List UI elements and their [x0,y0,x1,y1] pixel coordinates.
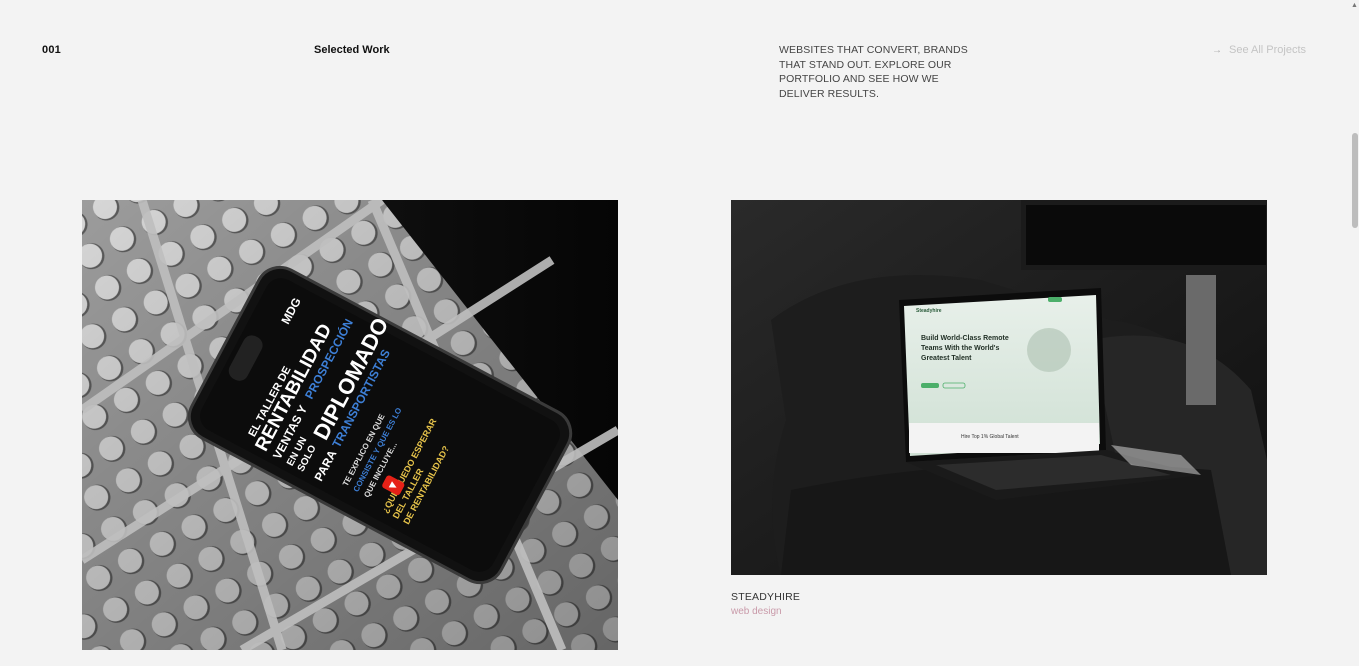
arrow-right-icon: → [1212,44,1222,56]
laptop-headline-1: Build World-Class Remote [921,335,1009,342]
section-tagline: WEBSITES THAT CONVERT, BRANDS THAT STAND… [779,44,968,100]
laptop-logo: Steadyhire [916,308,942,314]
scrollbar-thumb[interactable] [1352,133,1358,228]
project-image-laptop: Steadyhire Build World-Class Remote Team… [731,200,1267,575]
section-number: 001 [42,44,61,56]
see-all-projects-link[interactable]: → See All Projects [1212,44,1306,56]
project-title[interactable]: STEADYHIRE [731,591,800,603]
laptop-headline-2: Teams With the World's [921,345,999,352]
project-card-1[interactable]: MDG EL TALLER DE RENTABILIDAD VENTAS Y P… [82,200,618,650]
see-all-label: See All Projects [1229,44,1307,56]
scrollbar[interactable] [1350,0,1359,666]
scroll-up-icon[interactable]: ▲ [1351,2,1358,9]
section-title: Selected Work [314,44,390,56]
laptop-headline-3: Greatest Talent [921,355,972,362]
project-category: web design [731,606,782,617]
project-card-2[interactable]: Steadyhire Build World-Class Remote Team… [731,200,1267,575]
laptop-footer-text: Hire Top 1% Global Talent [961,434,1019,440]
project-image-phone: MDG EL TALLER DE RENTABILIDAD VENTAS Y P… [82,200,618,650]
